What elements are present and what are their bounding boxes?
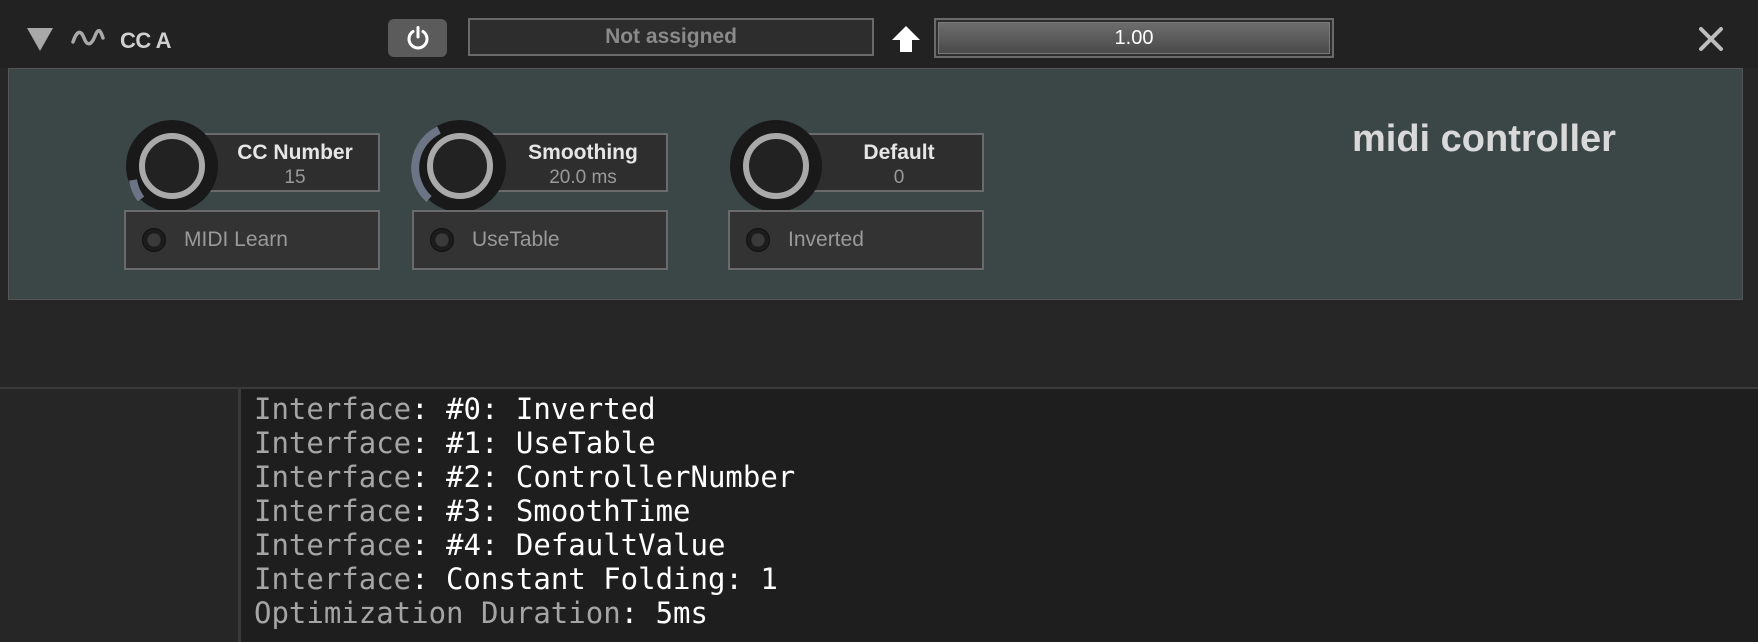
toggle-label: Inverted	[788, 228, 864, 251]
arrow-up-icon[interactable]	[891, 25, 921, 53]
close-icon[interactable]	[1698, 26, 1724, 52]
macro-assignment-field[interactable]: Not assigned	[468, 18, 874, 56]
wave-icon	[71, 28, 105, 46]
cc-number-knob[interactable]	[122, 116, 222, 216]
console-line: Interface: #2: ControllerNumber	[254, 460, 796, 494]
console-output[interactable]: Interface: #0: Inverted Interface: #1: U…	[241, 389, 1758, 642]
default-knob[interactable]	[726, 116, 826, 216]
toggle-led-icon	[746, 228, 770, 252]
module-header: CC A Not assigned 1.00	[0, 0, 1758, 68]
use-table-toggle[interactable]: UseTable	[412, 210, 668, 270]
toggle-label: UseTable	[472, 228, 560, 251]
midi-learn-toggle[interactable]: MIDI Learn	[124, 210, 380, 270]
toggle-label: MIDI Learn	[184, 228, 288, 251]
value-slider-text: 1.00	[1114, 26, 1154, 49]
console-gutter	[0, 389, 241, 642]
smoothing-knob[interactable]	[410, 116, 510, 216]
toggle-led-icon	[430, 228, 454, 252]
inverted-toggle[interactable]: Inverted	[728, 210, 984, 270]
console-line: Interface: #0: Inverted	[254, 392, 656, 426]
console-line: Optimization Duration: 5ms	[254, 596, 708, 630]
power-icon	[407, 26, 428, 50]
panel-title: midi controller	[1352, 118, 1616, 160]
value-slider[interactable]: 1.00	[934, 18, 1334, 58]
console-line: Interface: #1: UseTable	[254, 426, 656, 460]
toggle-led-icon	[142, 228, 166, 252]
console-line: Interface: #3: SmoothTime	[254, 494, 691, 528]
console-line: Interface: #4: DefaultValue	[254, 528, 726, 562]
triangle-down-icon[interactable]	[27, 28, 53, 51]
console-line: Interface: Constant Folding: 1	[254, 562, 778, 596]
power-button[interactable]	[388, 19, 447, 57]
module-name: CC A	[120, 28, 171, 53]
